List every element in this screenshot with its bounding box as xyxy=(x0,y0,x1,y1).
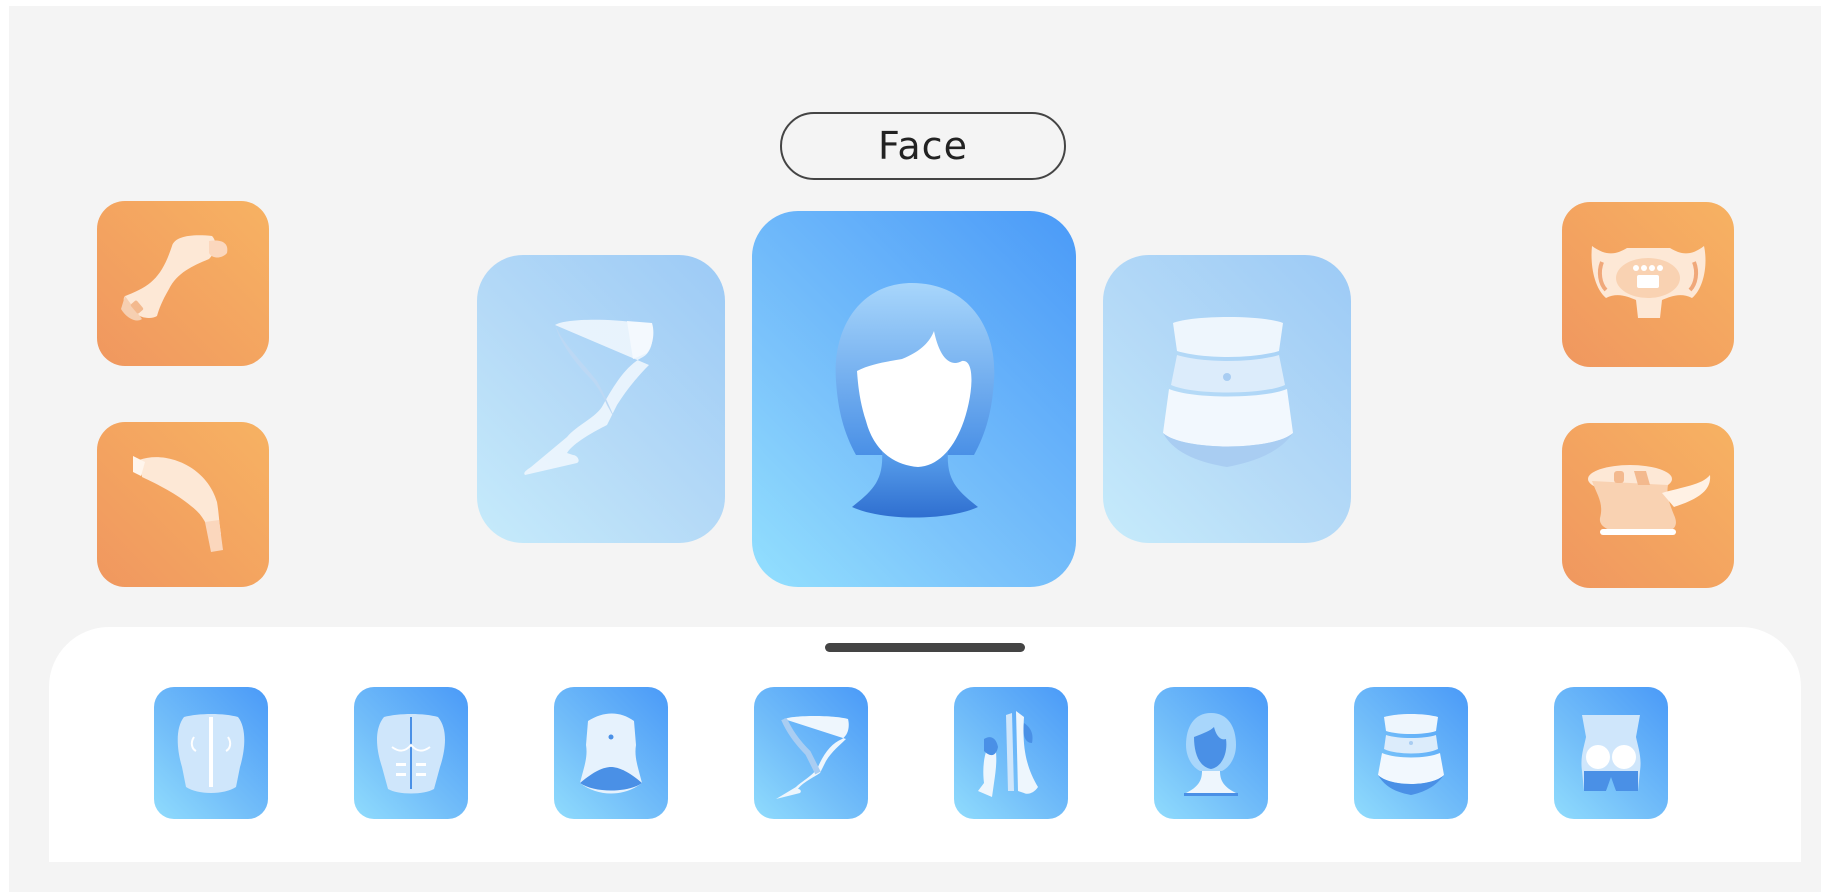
face-icon xyxy=(835,283,995,518)
tray-item-buttocks[interactable] xyxy=(1554,687,1668,819)
area-current-card[interactable] xyxy=(752,211,1076,587)
buttocks-icon xyxy=(1581,715,1641,791)
control-unit-icon xyxy=(1591,246,1706,318)
tray-item-legs[interactable] xyxy=(754,687,868,819)
waist-icon xyxy=(1378,714,1444,795)
legs-icon xyxy=(524,319,654,475)
tray-item-waist[interactable] xyxy=(1354,687,1468,819)
chest-abs-icon xyxy=(377,714,445,794)
device-sculpting-button[interactable] xyxy=(1562,423,1734,588)
legs-icon xyxy=(776,716,849,799)
tray-item-arms[interactable] xyxy=(954,687,1068,819)
current-area-label: Face xyxy=(780,112,1066,180)
back-icon xyxy=(177,714,245,793)
abdomen-icon xyxy=(580,713,642,794)
current-area-text: Face xyxy=(878,124,968,168)
waist-icon xyxy=(1163,317,1293,467)
device-handpiece-button[interactable] xyxy=(97,201,269,366)
sculpting-device-icon xyxy=(1588,465,1711,535)
area-next-card[interactable] xyxy=(1103,255,1351,543)
device-control-unit-button[interactable] xyxy=(1562,202,1734,367)
device-curved-button[interactable] xyxy=(97,422,269,587)
handpiece-device-icon xyxy=(121,235,228,321)
tray-item-face-neck[interactable] xyxy=(1154,687,1268,819)
tray-drag-handle[interactable] xyxy=(825,643,1025,652)
arms-icon xyxy=(978,711,1038,797)
app-screen: Face xyxy=(9,6,1821,892)
area-prev-card[interactable] xyxy=(477,255,725,543)
tray-item-back[interactable] xyxy=(154,687,268,819)
face-neck-icon xyxy=(1184,713,1238,796)
tray-item-chest-abs[interactable] xyxy=(354,687,468,819)
area-tray xyxy=(49,627,1801,862)
curved-handpiece-icon xyxy=(133,456,223,552)
tray-item-abdomen[interactable] xyxy=(554,687,668,819)
